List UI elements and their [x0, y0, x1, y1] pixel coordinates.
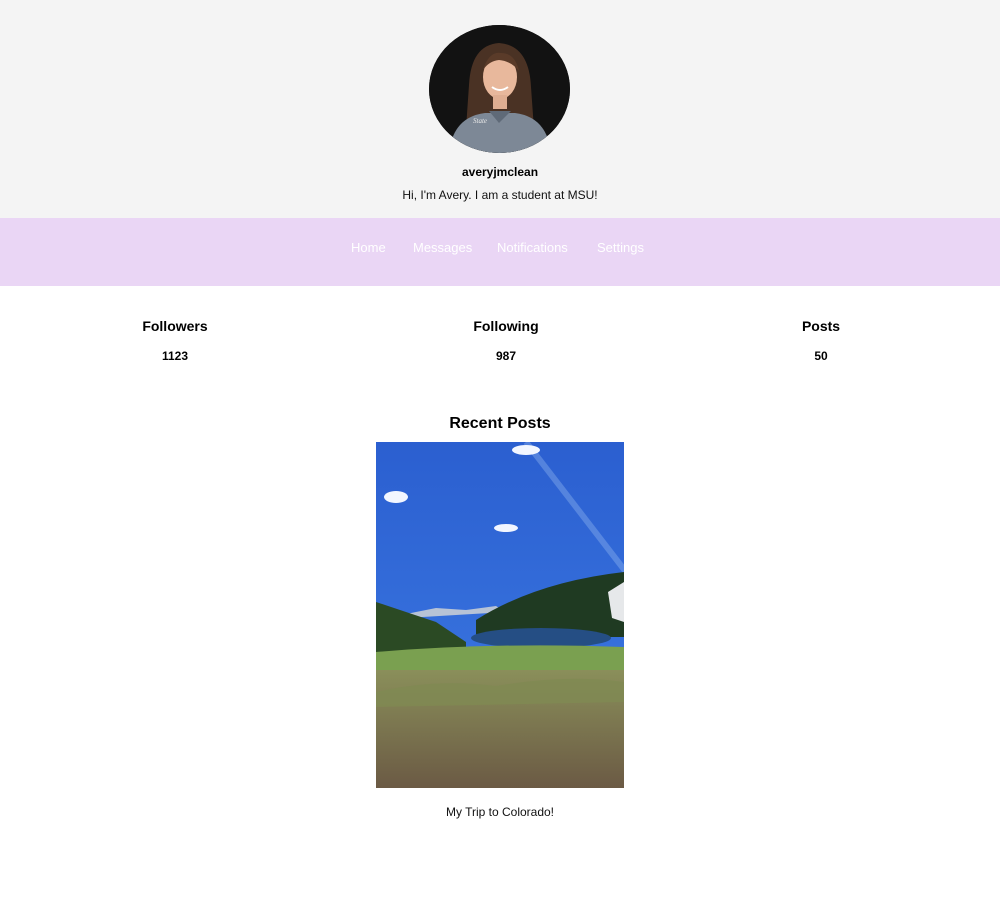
stat-following-label: Following	[473, 318, 539, 334]
nav-bar: Home Messages Notifications Settings	[0, 218, 1000, 286]
stat-followers[interactable]: Followers 1123	[75, 318, 275, 363]
stat-followers-label: Followers	[142, 318, 208, 334]
stat-posts-label: Posts	[801, 318, 841, 334]
post-caption: My Trip to Colorado!	[445, 805, 555, 819]
nav-item-notifications[interactable]: Notifications	[497, 240, 568, 255]
username: averyjmclean	[461, 165, 539, 179]
svg-text:State: State	[473, 117, 487, 125]
recent-posts-title: Recent Posts	[449, 415, 551, 432]
profile-photo-icon: State	[429, 25, 570, 153]
nav-item-home[interactable]: Home	[351, 240, 386, 255]
stat-followers-value: 1123	[161, 349, 189, 363]
nav-item-messages[interactable]: Messages	[413, 240, 472, 255]
stat-following[interactable]: Following 987	[406, 318, 606, 363]
stat-posts[interactable]: Posts 50	[721, 318, 921, 363]
profile-header: State averyjmclean Hi, I'm Avery. I am a…	[0, 0, 1000, 218]
stats-section: Followers 1123 Following 987 Posts 50	[0, 286, 1000, 396]
landscape-photo-icon	[376, 442, 624, 788]
post-image[interactable]	[376, 442, 624, 788]
stat-posts-value: 50	[814, 349, 828, 363]
nav-item-settings[interactable]: Settings	[597, 240, 644, 255]
stat-following-value: 987	[495, 349, 517, 363]
avatar[interactable]: State	[429, 25, 570, 153]
bio: Hi, I'm Avery. I am a student at MSU!	[402, 188, 598, 202]
